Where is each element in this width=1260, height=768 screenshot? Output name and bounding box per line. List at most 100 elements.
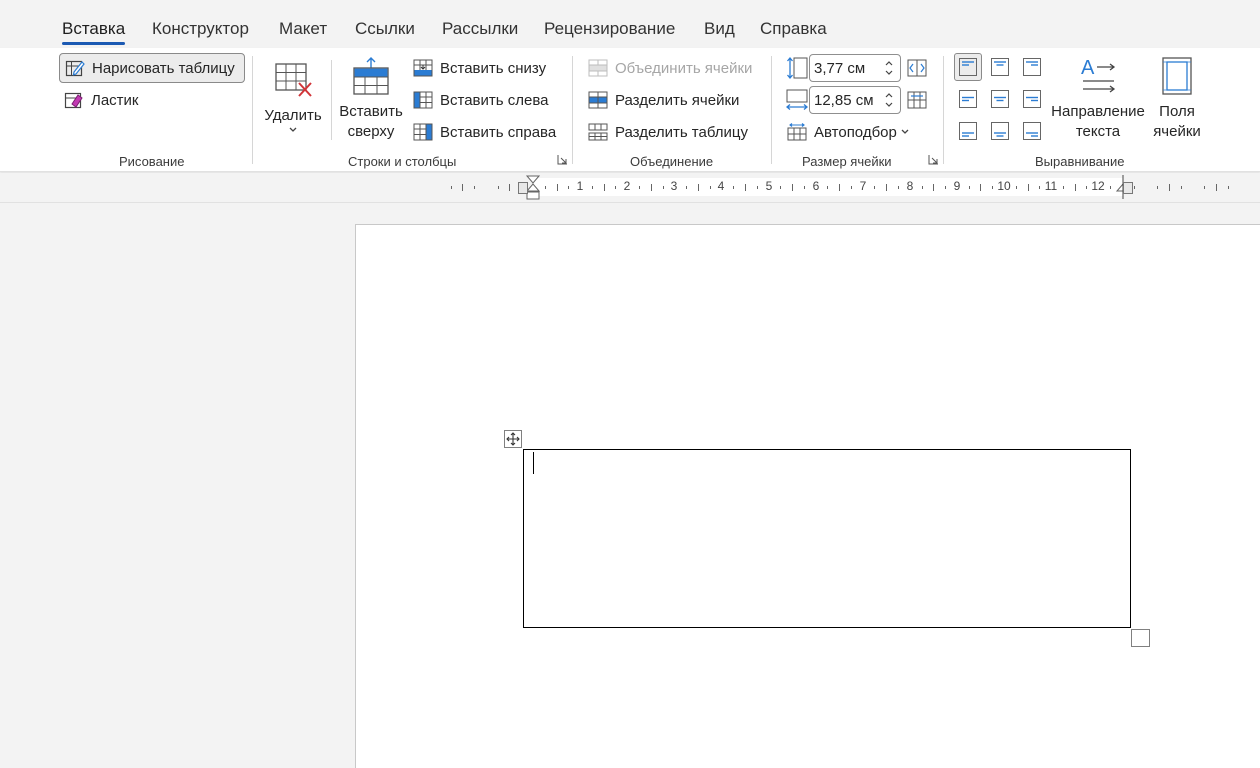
insert-above-button[interactable]: Вставить сверху <box>338 56 404 142</box>
ruler-number: 5 <box>765 179 773 193</box>
ruler-tick <box>745 184 746 191</box>
ruler-tick <box>1028 184 1029 191</box>
ruler-tick <box>1169 184 1170 191</box>
delete-label: Удалить <box>264 107 322 124</box>
insert-column-left-icon <box>412 89 434 111</box>
dialog-launcher-icon[interactable] <box>928 154 939 165</box>
ribbon-tab-bar: Вставка Конструктор Макет Ссылки Рассылк… <box>0 0 1260 48</box>
column-width-input[interactable] <box>810 91 880 109</box>
align-middle-left-icon <box>959 90 977 108</box>
group-label-merge: Объединение <box>630 154 714 169</box>
ruler-tick <box>792 184 793 191</box>
column-marker-icon[interactable] <box>518 181 528 199</box>
ruler-text-area <box>533 178 1123 196</box>
ruler-tick <box>663 186 664 189</box>
ruler-tick <box>780 186 781 189</box>
ruler-tick <box>1181 186 1182 189</box>
distribute-columns-icon[interactable] <box>907 90 927 115</box>
column-width-icon <box>785 88 809 117</box>
align-top-left-button[interactable] <box>954 53 982 81</box>
align-top-right-button[interactable] <box>1018 53 1046 81</box>
dialog-launcher-icon[interactable] <box>557 154 568 165</box>
tab-mailings[interactable]: Рассылки <box>442 19 518 39</box>
split-cells-icon <box>587 89 609 111</box>
table-move-handle[interactable] <box>504 430 522 448</box>
ruler-tick <box>710 186 711 189</box>
split-cells-button[interactable]: Разделить ячейки <box>587 86 739 114</box>
insert-right-button[interactable]: Вставить справа <box>412 118 556 146</box>
insert-below-button[interactable]: Вставить снизу <box>412 54 546 82</box>
text-direction-label-1: Направление <box>1051 103 1145 120</box>
insert-right-label: Вставить справа <box>440 123 557 141</box>
tab-layout[interactable]: Макет <box>279 19 327 39</box>
ruler-tick <box>462 184 463 191</box>
tab-insert[interactable]: Вставка <box>62 19 126 45</box>
ruler-tick <box>1039 186 1040 189</box>
tab-table-design[interactable]: Конструктор <box>152 19 249 39</box>
autofit-button[interactable]: Автоподбор <box>786 118 910 146</box>
insert-left-button[interactable]: Вставить слева <box>412 86 549 114</box>
delete-button[interactable]: Удалить <box>263 60 323 134</box>
cell-margins-button[interactable]: Поля ячейки <box>1150 56 1204 142</box>
draw-table-button[interactable]: Нарисовать таблицу <box>59 53 245 83</box>
merge-cells-icon <box>587 57 609 79</box>
align-bottom-center-button[interactable] <box>986 117 1014 145</box>
group-label-alignment: Выравнивание <box>1035 154 1125 169</box>
row-height-field[interactable] <box>809 54 901 82</box>
ruler-tick <box>1134 186 1135 189</box>
tab-references[interactable]: Ссылки <box>355 19 415 39</box>
draw-table-icon <box>64 57 86 79</box>
group-label-cell-size: Размер ячейки <box>802 154 892 169</box>
tab-help[interactable]: Справка <box>760 19 827 39</box>
text-direction-icon: A <box>1081 57 1116 93</box>
ruler-number: 7 <box>859 179 867 193</box>
insert-below-label: Вставить снизу <box>440 59 547 77</box>
insert-row-above-icon <box>353 57 389 95</box>
ruler-number: 3 <box>670 179 678 193</box>
autofit-icon <box>786 121 808 143</box>
ruler-tick <box>969 186 970 189</box>
column-width-field[interactable] <box>809 86 901 114</box>
ruler-tick <box>1157 186 1158 189</box>
merge-cells-button[interactable]: Объединить ячейки <box>587 54 752 82</box>
ruler-tick <box>451 186 452 189</box>
ruler-tick <box>804 186 805 189</box>
align-top-center-icon <box>991 58 1009 76</box>
eraser-button[interactable]: Ластик <box>63 86 139 114</box>
horizontal-ruler[interactable]: 1 2 3 4 5 6 7 8 9 10 11 12 <box>0 173 1260 203</box>
ruler-tick <box>980 184 981 191</box>
column-marker-icon[interactable] <box>1123 181 1133 199</box>
tab-view[interactable]: Вид <box>704 19 735 39</box>
ruler-tick <box>568 186 569 189</box>
tab-review[interactable]: Рецензирование <box>544 19 675 39</box>
align-top-center-button[interactable] <box>986 53 1014 81</box>
insert-row-below-icon <box>412 57 434 79</box>
align-bottom-right-button[interactable] <box>1018 117 1046 145</box>
ruler-tick <box>604 184 605 191</box>
align-middle-left-button[interactable] <box>954 85 982 113</box>
column-width-stepper[interactable] <box>880 87 898 113</box>
ruler-tick <box>686 186 687 189</box>
row-height-stepper[interactable] <box>880 55 898 81</box>
row-height-input[interactable] <box>810 59 880 77</box>
ruler-number: 8 <box>906 179 914 193</box>
ruler-tick <box>498 186 499 189</box>
draw-table-label: Нарисовать таблицу <box>92 59 235 77</box>
split-table-button[interactable]: Разделить таблицу <box>587 118 748 146</box>
ruler-tick <box>639 186 640 189</box>
distribute-rows-icon[interactable] <box>907 58 927 83</box>
ruler-tick <box>757 186 758 189</box>
table-resize-handle[interactable] <box>1131 629 1150 647</box>
ruler-number: 2 <box>623 179 631 193</box>
ruler-tick <box>545 186 546 189</box>
align-middle-right-button[interactable] <box>1018 85 1046 113</box>
group-label-drawing: Рисование <box>119 154 185 169</box>
align-middle-center-button[interactable] <box>986 85 1014 113</box>
ruler-tick <box>509 184 510 191</box>
text-direction-button[interactable]: A Направление текста <box>1050 56 1146 142</box>
ruler-tick <box>922 186 923 189</box>
indent-marker-icon[interactable] <box>525 175 541 206</box>
align-bottom-left-button[interactable] <box>954 117 982 145</box>
ruler-tick <box>992 186 993 189</box>
table-cell[interactable] <box>523 449 1131 628</box>
